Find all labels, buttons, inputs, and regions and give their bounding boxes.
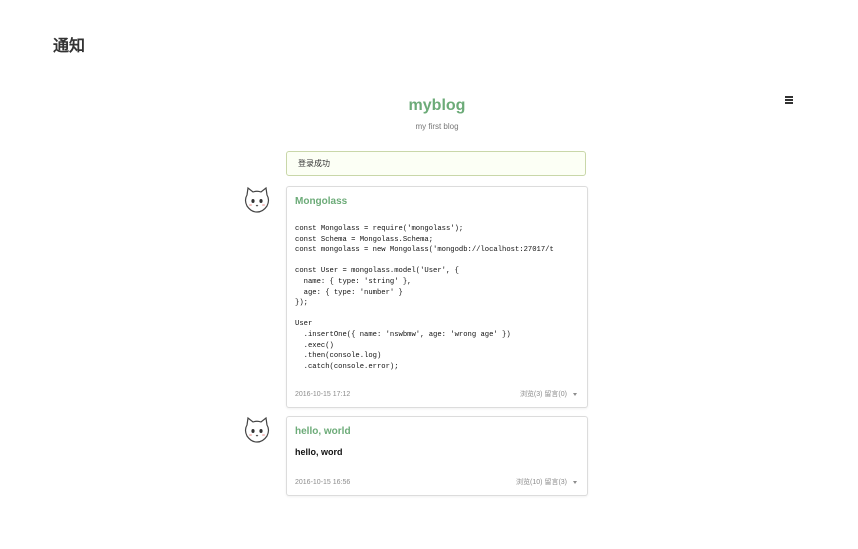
hamburger-menu-icon[interactable] bbox=[784, 95, 795, 105]
success-alert: 登录成功 bbox=[286, 151, 586, 176]
chevron-down-icon[interactable] bbox=[573, 480, 577, 484]
author-avatar[interactable] bbox=[243, 186, 271, 214]
cat-avatar-icon bbox=[244, 416, 270, 443]
blog-subtitle: my first blog bbox=[415, 122, 459, 131]
post-code-block: const Mongolass = require('mongolass'); … bbox=[295, 225, 554, 371]
post-meta: 2016-10-15 17:12 浏览(3) 留言(0) bbox=[295, 390, 577, 400]
post-stats: 浏览(10) 留言(3) bbox=[516, 478, 577, 488]
post-card: hello, world hello, word 2016-10-15 16:5… bbox=[286, 416, 588, 496]
author-avatar[interactable] bbox=[243, 416, 271, 444]
post-stats-text: 浏览(3) 留言(0) bbox=[519, 391, 567, 398]
post-stats-text: 浏览(10) 留言(3) bbox=[516, 479, 567, 486]
cat-avatar-icon bbox=[244, 186, 270, 213]
page: 通知 myblog my first blog 登录成功 Mongolass c… bbox=[0, 0, 858, 549]
chevron-down-icon[interactable] bbox=[573, 392, 577, 396]
post-date: 2016-10-15 17:12 bbox=[295, 391, 351, 398]
blog-title[interactable]: myblog bbox=[287, 96, 587, 116]
notice-title: 通知 bbox=[53, 38, 86, 55]
post-title[interactable]: hello, world bbox=[295, 426, 351, 438]
blog-header: myblog my first blog bbox=[287, 96, 587, 132]
post-date: 2016-10-15 16:56 bbox=[295, 479, 351, 486]
post-stats: 浏览(3) 留言(0) bbox=[520, 390, 577, 400]
post-meta: 2016-10-15 16:56 浏览(10) 留言(3) bbox=[295, 478, 577, 488]
post-card: Mongolass const Mongolass = require('mon… bbox=[286, 186, 588, 408]
post-content: hello, word bbox=[295, 447, 343, 457]
post-title[interactable]: Mongolass bbox=[295, 196, 347, 208]
